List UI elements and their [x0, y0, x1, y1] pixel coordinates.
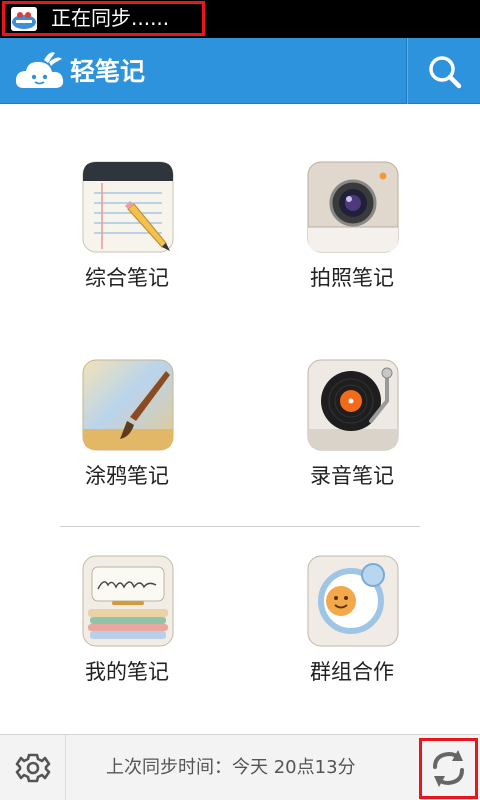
search-button[interactable]	[409, 38, 480, 104]
app-title: 轻笔记	[70, 57, 146, 86]
tile-doodle-note[interactable]: 涂鸦笔记	[52, 359, 202, 519]
tile-group-collab[interactable]: 群组合作	[277, 555, 427, 715]
camera-icon	[307, 161, 399, 253]
bottom-bar: 上次同步时间：今天 20点13分	[0, 734, 480, 800]
settings-button[interactable]	[0, 735, 66, 800]
sync-button[interactable]	[419, 738, 478, 799]
tile-recording-note[interactable]: 录音笔记	[277, 359, 427, 519]
sync-status-text: 正在同步......	[51, 6, 170, 30]
tile-label: 涂鸦笔记	[85, 464, 169, 488]
screen: 正在同步...... 轻笔记 综合笔记 拍照笔记 涂鸦笔记 录音笔记 我的笔记 …	[0, 0, 480, 800]
gear-icon	[15, 753, 51, 783]
app-notification-icon	[11, 7, 37, 31]
tile-label: 综合笔记	[85, 266, 169, 290]
search-icon	[429, 56, 462, 89]
group-smiley-icon	[307, 555, 399, 647]
tile-photo-note[interactable]: 拍照笔记	[277, 161, 427, 321]
notes-stack-icon	[82, 555, 174, 647]
refresh-icon	[433, 750, 464, 787]
paintbrush-icon	[82, 359, 174, 451]
app-header: 轻笔记	[0, 38, 480, 104]
status-bar: 正在同步......	[0, 0, 480, 38]
header-divider	[406, 38, 408, 104]
tile-label: 群组合作	[310, 660, 394, 684]
tile-label: 录音笔记	[310, 464, 394, 488]
tile-my-notes[interactable]: 我的笔记	[52, 555, 202, 715]
notepad-pencil-icon	[82, 161, 174, 253]
tile-composite-note[interactable]: 综合笔记	[52, 161, 202, 321]
tile-label: 我的笔记	[85, 660, 169, 684]
cloud-rabbit-logo-icon	[14, 50, 68, 92]
last-sync-time: 上次同步时间：今天 20点13分	[106, 757, 356, 778]
tile-label: 拍照笔记	[310, 266, 394, 290]
section-divider	[60, 526, 420, 527]
record-player-icon	[307, 359, 399, 451]
